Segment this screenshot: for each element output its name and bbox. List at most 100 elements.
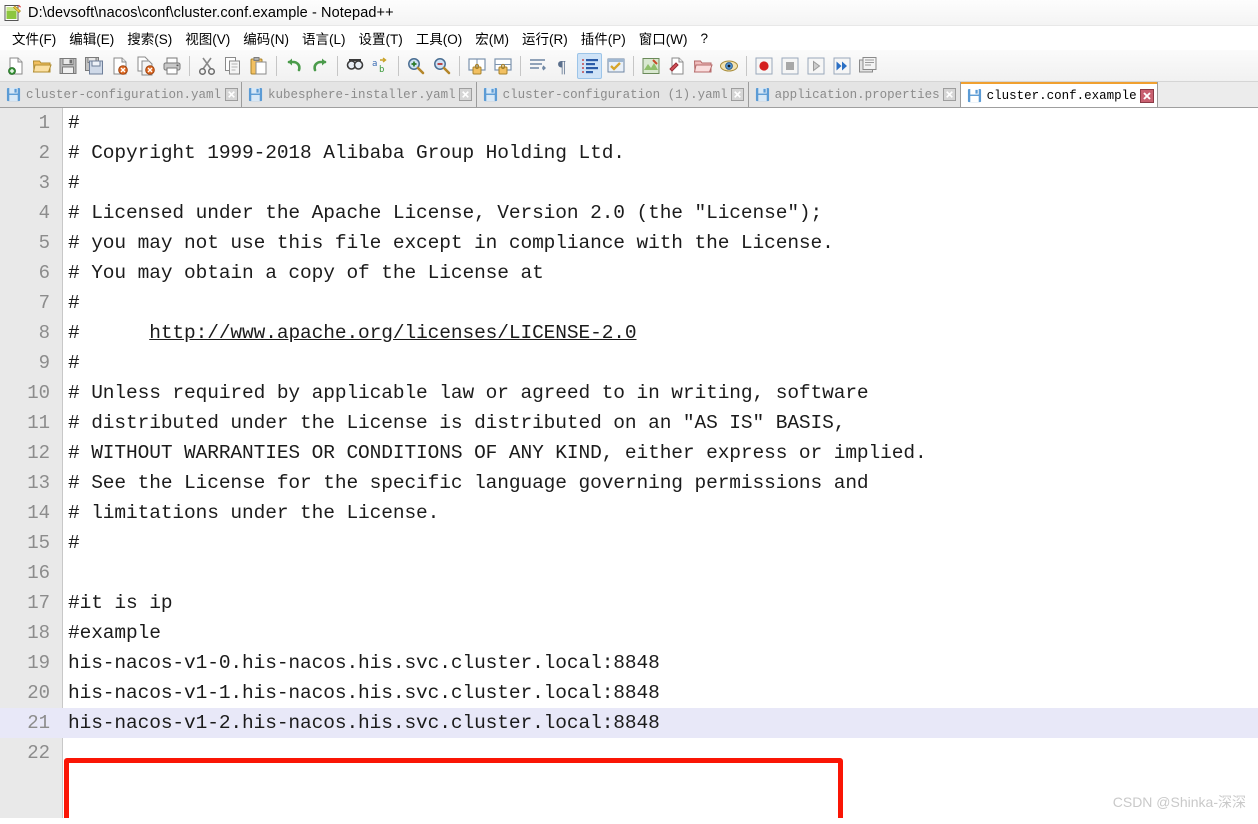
line-text: # Unless required by applicable law or a…: [68, 382, 869, 404]
copy-icon[interactable]: [220, 53, 245, 79]
menu-search[interactable]: 搜索(S): [121, 26, 179, 50]
code-line[interactable]: 3 #: [0, 168, 1258, 198]
code-line[interactable]: 2 # Copyright 1999-2018 Alibaba Group Ho…: [0, 138, 1258, 168]
code-line[interactable]: 13 # See the License for the specific la…: [0, 468, 1258, 498]
code-line[interactable]: 1 #: [0, 108, 1258, 138]
menu-language[interactable]: 语言(L): [296, 26, 353, 50]
saved-file-icon: [6, 87, 21, 102]
line-number: 16: [27, 562, 50, 584]
menu-settings[interactable]: 设置(T): [353, 26, 410, 50]
tab-kubesphere-installer-yaml[interactable]: kubesphere-installer.yaml: [242, 82, 477, 107]
close-all-files-icon[interactable]: [133, 53, 158, 79]
apache-license-link[interactable]: http://www.apache.org/licenses/LICENSE-2…: [149, 322, 636, 344]
close-icon[interactable]: [731, 88, 745, 102]
code-line[interactable]: 17 #it is ip: [0, 588, 1258, 618]
menu-bar: 文件(F) 编辑(E) 搜索(S) 视图(V) 编码(N) 语言(L) 设置(T…: [0, 26, 1258, 50]
close-icon[interactable]: [459, 88, 473, 102]
record-macro-icon[interactable]: [751, 53, 776, 79]
code-line[interactable]: 22: [0, 738, 1258, 768]
indent-guide-icon[interactable]: [577, 52, 602, 79]
code-line[interactable]: 12 # WITHOUT WARRANTIES OR CONDITIONS OF…: [0, 438, 1258, 468]
toolbar-separator: [189, 55, 190, 76]
code-line[interactable]: 8 # http://www.apache.org/licenses/LICEN…: [0, 318, 1258, 348]
close-icon[interactable]: [224, 88, 238, 102]
menu-plugins[interactable]: 插件(P): [575, 26, 633, 50]
toolbar: ab ¶: [0, 50, 1258, 82]
menu-window[interactable]: 窗口(W): [633, 26, 695, 50]
run-macro-multiple-icon[interactable]: [829, 53, 854, 79]
menu-edit[interactable]: 编辑(E): [63, 26, 121, 50]
sync-vertical-scroll-icon[interactable]: [464, 53, 489, 79]
stop-recording-icon[interactable]: [777, 53, 802, 79]
code-line[interactable]: 18 #example: [0, 618, 1258, 648]
line-text: # you may not use this file except in co…: [68, 232, 834, 254]
code-lines[interactable]: 1 # 2 # Copyright 1999-2018 Alibaba Grou…: [0, 108, 1258, 818]
open-folder-icon[interactable]: [29, 53, 54, 79]
find-icon[interactable]: [342, 53, 367, 79]
save-all-icon[interactable]: [81, 53, 106, 79]
word-wrap-icon[interactable]: [525, 53, 550, 79]
menu-macro[interactable]: 宏(M): [469, 26, 516, 50]
close-icon[interactable]: [943, 88, 957, 102]
code-line[interactable]: 9 #: [0, 348, 1258, 378]
new-file-icon[interactable]: [3, 53, 28, 79]
print-icon[interactable]: [159, 53, 184, 79]
redo-icon[interactable]: [307, 53, 332, 79]
code-line[interactable]: 20 his-nacos-v1-1.his-nacos.his.svc.clus…: [0, 678, 1258, 708]
play-macro-icon[interactable]: [803, 53, 828, 79]
notepad-plus-plus-icon: [4, 4, 22, 22]
line-text: #: [68, 352, 80, 374]
code-line[interactable]: 11 # distributed under the License is di…: [0, 408, 1258, 438]
toolbar-separator: [633, 55, 634, 76]
replace-icon[interactable]: ab: [368, 53, 393, 79]
line-number: 3: [38, 172, 50, 194]
code-line[interactable]: 14 # limitations under the License.: [0, 498, 1258, 528]
code-line[interactable]: 5 # you may not use this file except in …: [0, 228, 1258, 258]
line-text: #it is ip: [68, 592, 173, 614]
folder-as-workspace-icon[interactable]: [690, 53, 715, 79]
line-text: # See the License for the specific langu…: [68, 472, 869, 494]
monitoring-icon[interactable]: [716, 53, 741, 79]
tab-cluster-conf-example[interactable]: cluster.conf.example: [960, 82, 1158, 107]
save-icon[interactable]: [55, 53, 80, 79]
show-all-characters-icon[interactable]: ¶: [551, 53, 576, 79]
code-line[interactable]: 16: [0, 558, 1258, 588]
menu-view[interactable]: 视图(V): [179, 26, 237, 50]
line-number: 13: [27, 472, 50, 494]
line-text: #example: [68, 622, 161, 644]
line-text: #: [68, 172, 80, 194]
undo-icon[interactable]: [281, 53, 306, 79]
code-line[interactable]: 6 # You may obtain a copy of the License…: [0, 258, 1258, 288]
tab-cluster-configuration-1-yaml[interactable]: cluster-configuration (1).yaml: [476, 82, 749, 107]
menu-file[interactable]: 文件(F): [6, 26, 63, 50]
line-number: 21: [27, 712, 50, 734]
code-line[interactable]: 4 # Licensed under the Apache License, V…: [0, 198, 1258, 228]
line-number: 12: [27, 442, 50, 464]
code-line[interactable]: 19 his-nacos-v1-0.his-nacos.his.svc.clus…: [0, 648, 1258, 678]
line-text: # Licensed under the Apache License, Ver…: [68, 202, 823, 224]
close-file-icon[interactable]: [107, 53, 132, 79]
user-defined-dialog-icon[interactable]: [603, 53, 628, 79]
cut-icon[interactable]: [194, 53, 219, 79]
code-line[interactable]: 7 #: [0, 288, 1258, 318]
save-macro-icon[interactable]: [855, 53, 880, 79]
menu-run[interactable]: 运行(R): [516, 26, 575, 50]
menu-tools[interactable]: 工具(O): [410, 26, 470, 50]
zoom-in-icon[interactable]: [403, 53, 428, 79]
tab-application-properties[interactable]: application.properties: [748, 82, 961, 107]
code-line[interactable]: 10 # Unless required by applicable law o…: [0, 378, 1258, 408]
line-text-with-link[interactable]: # http://www.apache.org/licenses/LICENSE…: [63, 318, 1258, 348]
tab-cluster-configuration-yaml[interactable]: cluster-configuration.yaml: [0, 82, 243, 107]
function-list-icon[interactable]: [664, 53, 689, 79]
zoom-out-icon[interactable]: [429, 53, 454, 79]
editor-area[interactable]: 1 # 2 # Copyright 1999-2018 Alibaba Grou…: [0, 108, 1258, 818]
code-line-current[interactable]: 21 his-nacos-v1-2.his-nacos.his.svc.clus…: [0, 708, 1258, 738]
close-icon[interactable]: [1139, 88, 1154, 103]
sync-horizontal-scroll-icon[interactable]: [490, 53, 515, 79]
document-map-icon[interactable]: [638, 53, 663, 79]
code-line[interactable]: 15 #: [0, 528, 1258, 558]
menu-help[interactable]: ?: [694, 29, 715, 48]
paste-icon[interactable]: [246, 53, 271, 79]
menu-encoding[interactable]: 编码(N): [237, 26, 296, 50]
toolbar-separator: [337, 55, 338, 76]
